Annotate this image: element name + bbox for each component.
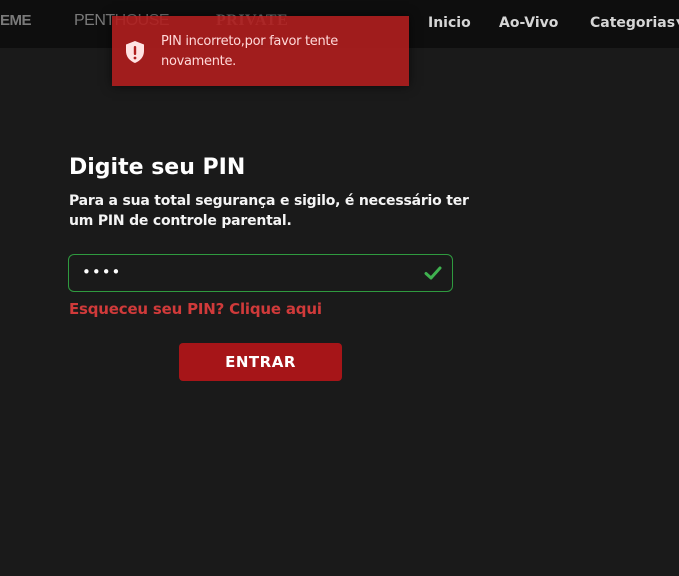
brand-logo-eme[interactable]: EME bbox=[0, 12, 32, 29]
nav-dropdown-categorias-label: Categorias bbox=[590, 15, 676, 31]
forgot-pin-link[interactable]: Esqueceu seu PIN? Clique aqui bbox=[69, 300, 322, 318]
page-title: Digite seu PIN bbox=[69, 155, 246, 180]
check-icon bbox=[424, 266, 442, 280]
nav-dropdown-categorias[interactable]: Categorias▼ bbox=[590, 15, 679, 31]
toast-message: PIN incorreto,por favor tente novamente. bbox=[161, 34, 338, 69]
pin-input-value: •••• bbox=[82, 263, 122, 281]
pin-input[interactable]: •••• bbox=[68, 254, 453, 292]
nav-link-ao-vivo[interactable]: Ao-Vivo bbox=[499, 15, 558, 31]
error-toast: PIN incorreto,por favor tente novamente. bbox=[112, 16, 409, 86]
nav-link-inicio[interactable]: Inicio bbox=[428, 15, 471, 31]
shield-alert-icon bbox=[126, 41, 144, 63]
enter-button[interactable]: ENTRAR bbox=[179, 343, 342, 381]
pin-description: Para a sua total segurança e sigilo, é n… bbox=[69, 193, 469, 229]
